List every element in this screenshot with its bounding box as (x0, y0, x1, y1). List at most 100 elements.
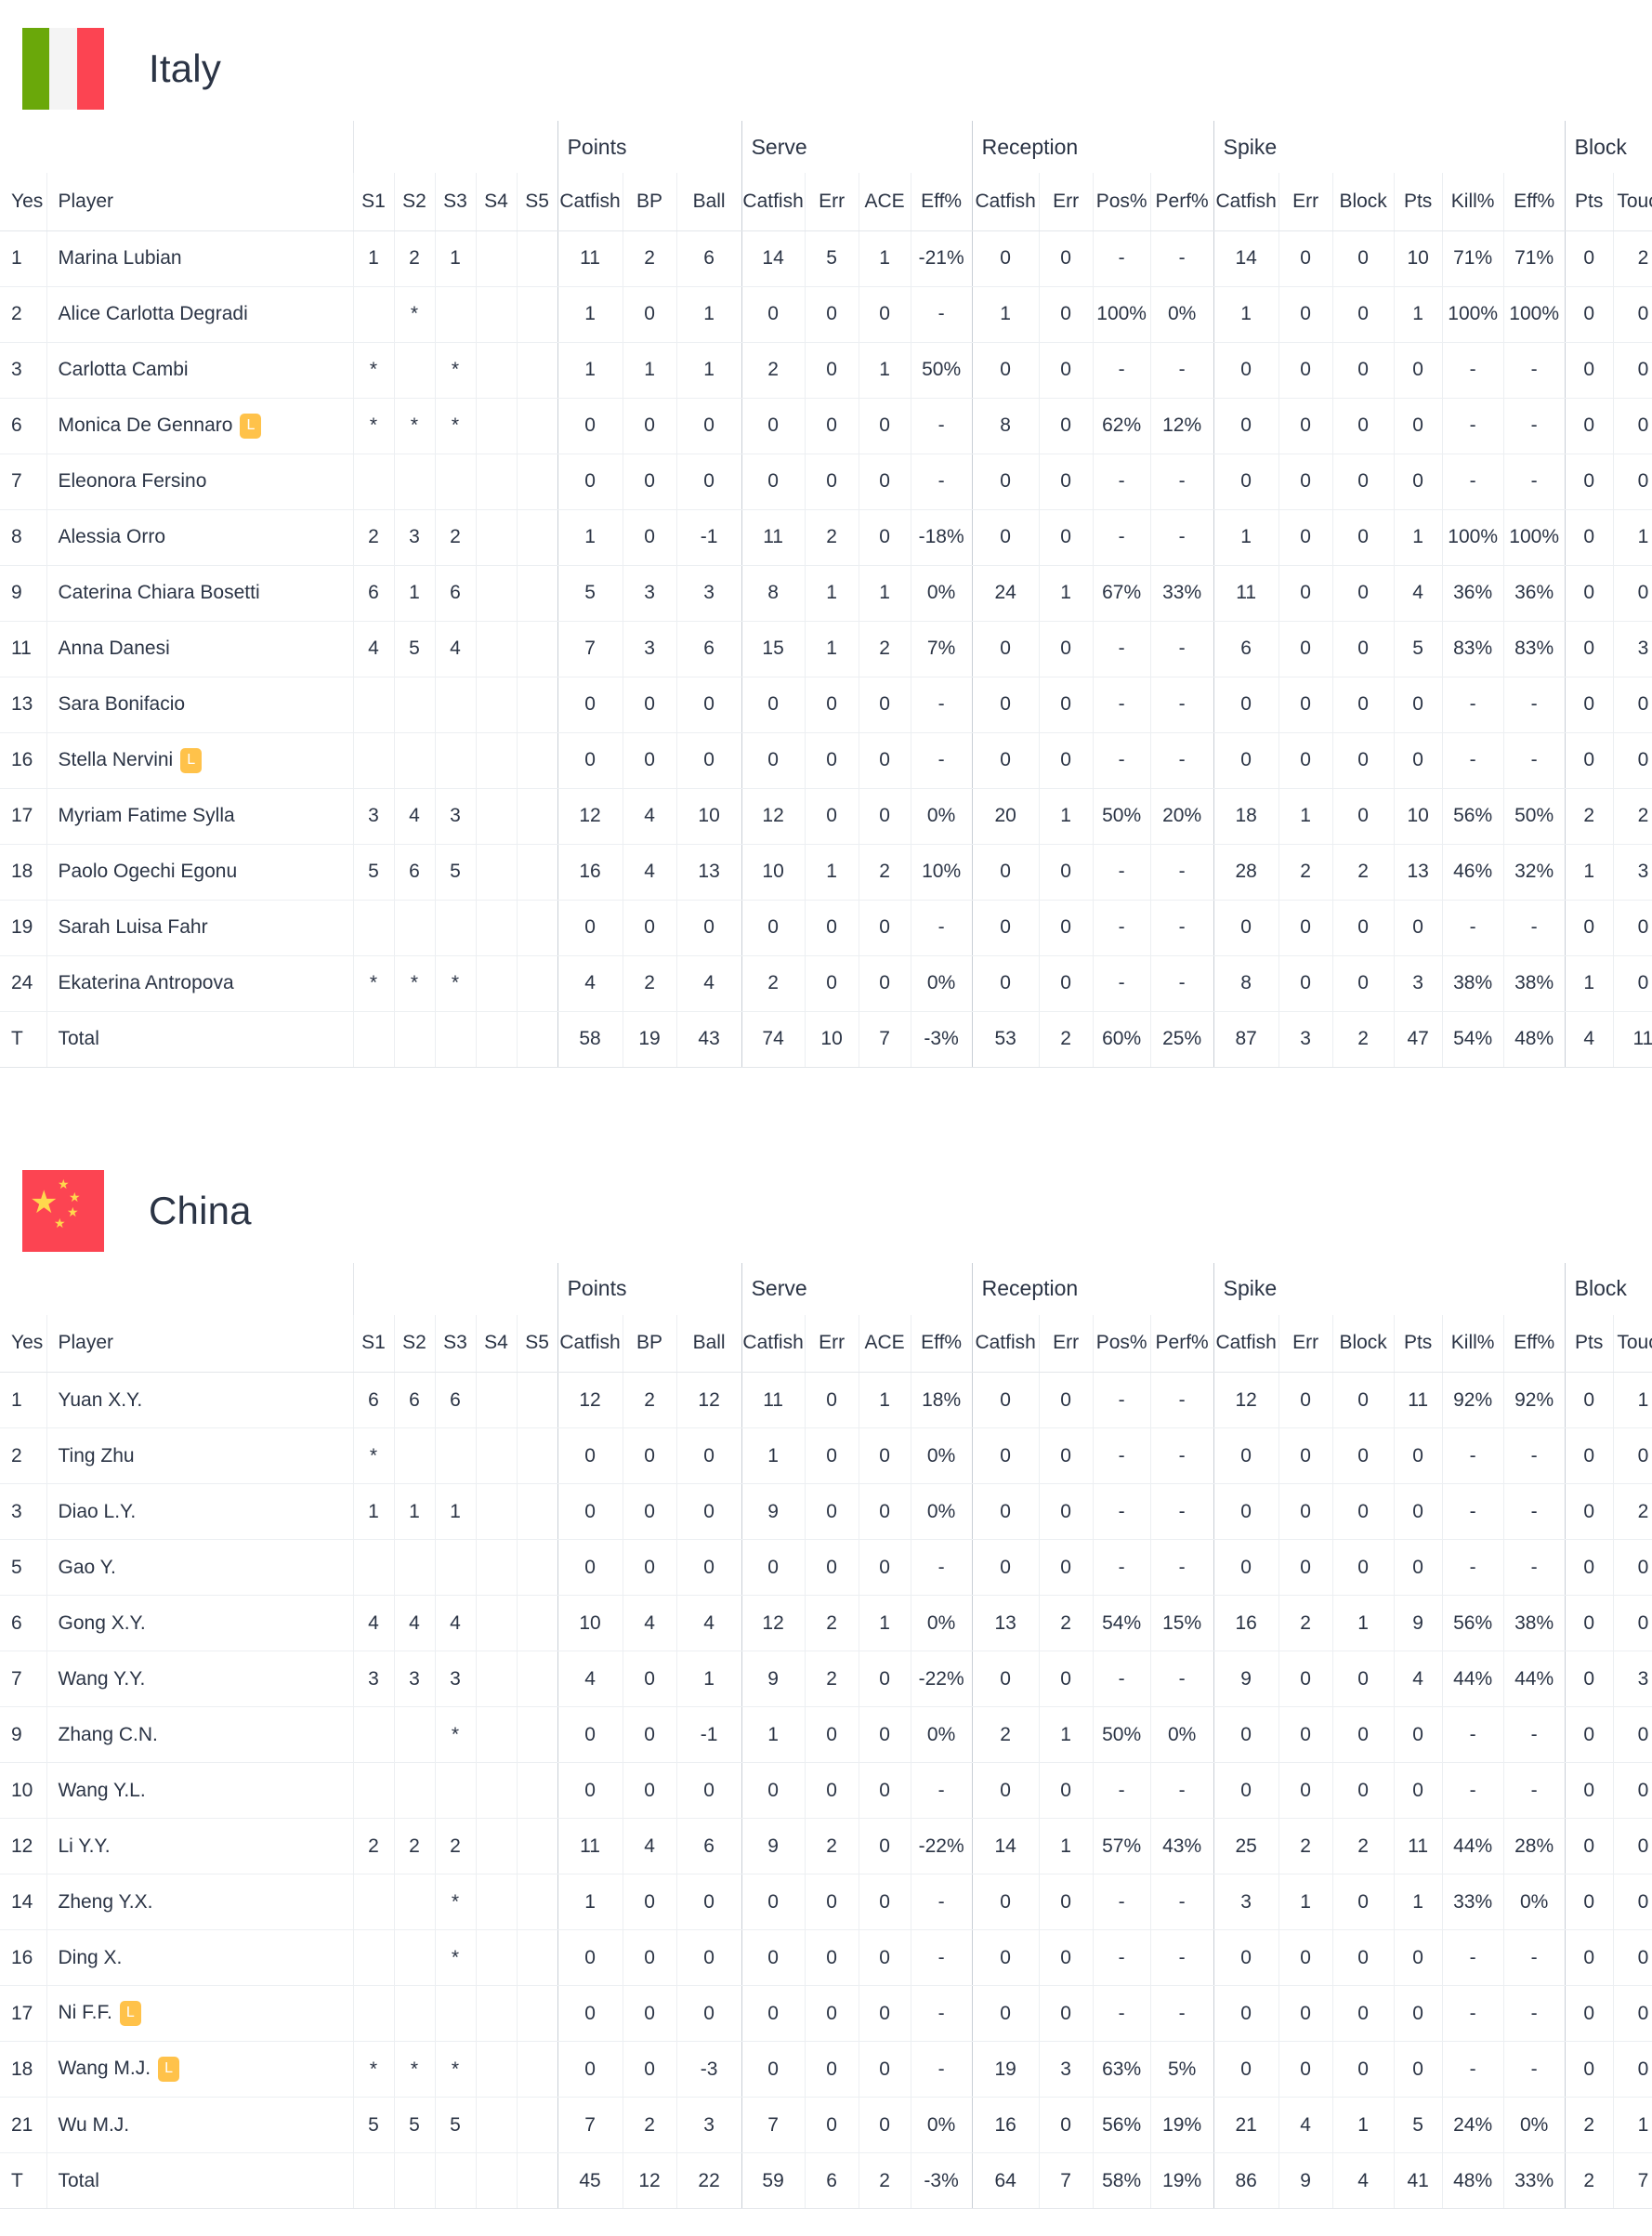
spike-cell: 9 (1278, 2152, 1333, 2209)
set-cell-s1: 5 (352, 2097, 394, 2153)
col-serve-ace: ACE (858, 173, 911, 231)
reception-cell: - (1149, 677, 1214, 733)
table-row[interactable]: 6 Gong X.Y. 4 4 4 10 4 4 12 2 1 0% 13 2 54% 15% 16 2 1 9 56%… (0, 1595, 1652, 1651)
player-cell: Anna Danesi (46, 621, 353, 677)
spike-cell: 83% (1502, 621, 1566, 677)
set-cell-s2: 4 (393, 788, 435, 845)
points-cell: 0 (622, 1762, 677, 1819)
spike-cell: - (1441, 1483, 1504, 1540)
table-row[interactable]: 12 Li Y.Y. 2 2 2 11 4 6 9 2 0 -22% 14 1 57% 43% 25 2 2 11 44… (0, 1818, 1652, 1874)
table-row[interactable]: 16 Stella Nervini L 0 0 0 0 0 0-0 0- -0 0 0 0- -0 0 (0, 732, 1652, 789)
spike-cell: 33% (1441, 1874, 1504, 1930)
reception-cell: 8 (971, 398, 1040, 454)
spike-cell: 0 (1213, 2041, 1279, 2098)
table-row[interactable]: 7 Wang Y.Y. 3 3 3 4 0 1 9 2 0 -22% 0 0- -9 0 0 4 44% 44% 0 3 (0, 1651, 1652, 1707)
serve-cell: -18% (910, 509, 973, 566)
spike-cell: 11 (1213, 565, 1279, 622)
points-cell: 12 (675, 1372, 742, 1428)
spike-cell: 71% (1441, 230, 1504, 287)
reception-cell: 0 (971, 1874, 1040, 1930)
block-cell: 0 (1564, 732, 1614, 789)
serve-cell: - (910, 454, 973, 510)
set-cell-s4 (475, 565, 517, 622)
table-row[interactable]: 6 Monica De Gennaro L * * * 0 0 0 0 0 0-8 0 62% 12% 0 0 0… (0, 398, 1652, 454)
table-row[interactable]: 2 Alice Carlotta Degradi * 1 0 1 0 0 0-1 0 100% 0% 1… (0, 286, 1652, 343)
row-number: 3 (0, 342, 46, 399)
set-cell-s2 (393, 2152, 435, 2209)
set-cell-s4 (475, 1483, 517, 1540)
points-cell: 6 (675, 230, 742, 287)
table-row[interactable]: 17 Ni F.F. L 0 0 0 0 0 0-0 0- -0 0 0 0- -0 0 (0, 1985, 1652, 2042)
set-cell-s3: 4 (434, 1595, 476, 1651)
col-reception-pospct: Pos% (1092, 173, 1151, 231)
points-cell: 0 (622, 398, 677, 454)
spike-cell: 0 (1278, 1427, 1333, 1484)
serve-cell: 1 (804, 621, 859, 677)
block-cell: 0 (1612, 1762, 1652, 1819)
set-cell-s3: 3 (434, 788, 476, 845)
spike-cell: 0 (1278, 677, 1333, 733)
spike-cell: 8 (1213, 955, 1279, 1012)
table-row[interactable]: 9 Caterina Chiara Bosetti 6 1 6 5 3 3 8 1 1 0% 24 1 67… (0, 565, 1652, 622)
points-cell: 3 (622, 621, 677, 677)
serve-cell: -22% (910, 1651, 973, 1707)
set-cell-s4 (475, 342, 517, 399)
player-name: Marina Lubian (58, 247, 182, 269)
player-cell: Gao Y. (46, 1539, 353, 1596)
points-cell: 1 (675, 286, 742, 343)
player-cell: Ting Zhu (46, 1427, 353, 1484)
reception-cell: 0 (1038, 677, 1094, 733)
table-row[interactable]: 2 Ting Zhu * 0 0 0 1 0 0 0% 0 0- -0 0 0 0- -0 0 (0, 1427, 1652, 1484)
table-row[interactable]: 21 Wu M.J. 5 5 5 7 2 3 7 0 0 0% 16 0 56% 19% 21 4 1 5 24% 0% 2… (0, 2097, 1652, 2153)
serve-cell: 0 (741, 900, 806, 956)
table-row[interactable]: 13 Sara Bonifacio 0 0 0 0 0 0-0 0- -0 0 0 0- -0 0 (0, 677, 1652, 733)
table-row[interactable]: 14 Zheng Y.X. * 1 0 0 0 0 0-0 0- -3 1 0 1 33% 0% 0 0 (0, 1874, 1652, 1930)
table-row[interactable]: 1 Yuan X.Y. 6 6 6 12 2 12 11 0 1 18% 0 0- -12 0 0 11 92% 92… (0, 1372, 1652, 1428)
set-cell-s3: 6 (434, 1372, 476, 1428)
spike-cell: 56% (1441, 788, 1504, 845)
points-cell: 6 (675, 621, 742, 677)
spike-cell: 0 (1278, 1929, 1333, 1986)
table-row[interactable]: 18 Wang M.J. L * * * 0 0 -3 0 0 0-19 3 63% 5% 0 0 0 0- -0 0 (0, 2041, 1652, 2098)
table-row[interactable]: 24 Ekaterina Antropova * * * 4 2 4 2 0 0 0% 0 0- -8 0 0 3… (0, 955, 1652, 1012)
spike-cell: 0 (1331, 900, 1395, 956)
spike-cell: - (1441, 732, 1504, 789)
set-cell-s3: 5 (434, 2097, 476, 2153)
spike-cell: 33% (1502, 2152, 1566, 2209)
set-cell-s5 (516, 732, 558, 789)
points-cell: 0 (557, 1985, 623, 2042)
table-row[interactable]: T Total 45 12 22 59 6 2 -3% 64 7 58% 19% 86 9 4 41 48% 33%… (0, 2152, 1652, 2209)
table-row[interactable]: 5 Gao Y. 0 0 0 0 0 0-0 0- -0 0 0 0- -0 0 (0, 1539, 1652, 1596)
table-row[interactable]: 3 Carlotta Cambi * * 1 1 1 2 0 1 50% 0 0- -0 0 0 0- -0 0 (0, 342, 1652, 399)
table-row[interactable]: T Total 58 19 43 74 10 7 -3% 53 2 60% 25% 87 3 2 47 54% 48… (0, 1011, 1652, 1068)
player-cell: Yuan X.Y. (46, 1372, 353, 1428)
table-row[interactable]: 10 Wang Y.L. 0 0 0 0 0 0-0 0- -0 0 0 0- -0 0 (0, 1762, 1652, 1819)
table-row[interactable]: 16 Ding X. * 0 0 0 0 0 0-0 0- -0 0 0 0- -0 0 (0, 1929, 1652, 1986)
block-cell: 0 (1564, 1874, 1614, 1930)
spike-cell: 1 (1393, 286, 1443, 343)
set-cell-s4 (475, 454, 517, 510)
points-cell: 0 (622, 1539, 677, 1596)
block-cell: 3 (1612, 1651, 1652, 1707)
table-row[interactable]: 3 Diao L.Y. 1 1 1 0 0 0 9 0 0 0% 0 0- -0 0 0 0- -0 2 (0, 1483, 1652, 1540)
reception-cell: 0 (1038, 1539, 1094, 1596)
table-row[interactable]: 1 Marina Lubian 1 2 1 11 2 6 14 5 1 -21% 0 0- -14 0 0 10 7… (0, 230, 1652, 287)
spike-cell: 0 (1393, 454, 1443, 510)
set-cell-s3: 6 (434, 565, 476, 622)
row-number: 2 (0, 286, 46, 343)
points-cell: 1 (675, 1651, 742, 1707)
block-cell: 0 (1612, 1874, 1652, 1930)
points-cell: 13 (675, 844, 742, 901)
set-cell-s3 (434, 900, 476, 956)
col-spike-killpct: Kill% (1441, 1314, 1504, 1373)
table-row[interactable]: 7 Eleonora Fersino 0 0 0 0 0 0-0 0- -0 0 0 0- -0 0 (0, 454, 1652, 510)
table-row[interactable]: 11 Anna Danesi 4 5 4 7 3 6 15 1 2 7% 0 0- -6 0 0 5 83% 83% 0… (0, 621, 1652, 677)
set-cell-s3 (434, 2152, 476, 2209)
table-row[interactable]: 19 Sarah Luisa Fahr 0 0 0 0 0 0-0 0- -0 0 0 0- -0 0 (0, 900, 1652, 956)
table-row[interactable]: 18 Paolo Ogechi Egonu 5 6 5 16 4 13 10 1 2 10% 0 0- -2… (0, 844, 1652, 901)
table-row[interactable]: 17 Myriam Fatime Sylla 3 4 3 12 4 10 12 0 0 0% 20 1 50… (0, 788, 1652, 845)
table-row[interactable]: 8 Alessia Orro 2 3 2 1 0 -1 11 2 0 -18% 0 0- -1 0 0 1 100%… (0, 509, 1652, 566)
set-cell-s2 (393, 1985, 435, 2042)
block-cell: 0 (1564, 509, 1614, 566)
table-row[interactable]: 9 Zhang C.N. * 0 0 -1 1 0 0 0% 2 1 50% 0% 0 0 0 0- -0 0 (0, 1706, 1652, 1763)
